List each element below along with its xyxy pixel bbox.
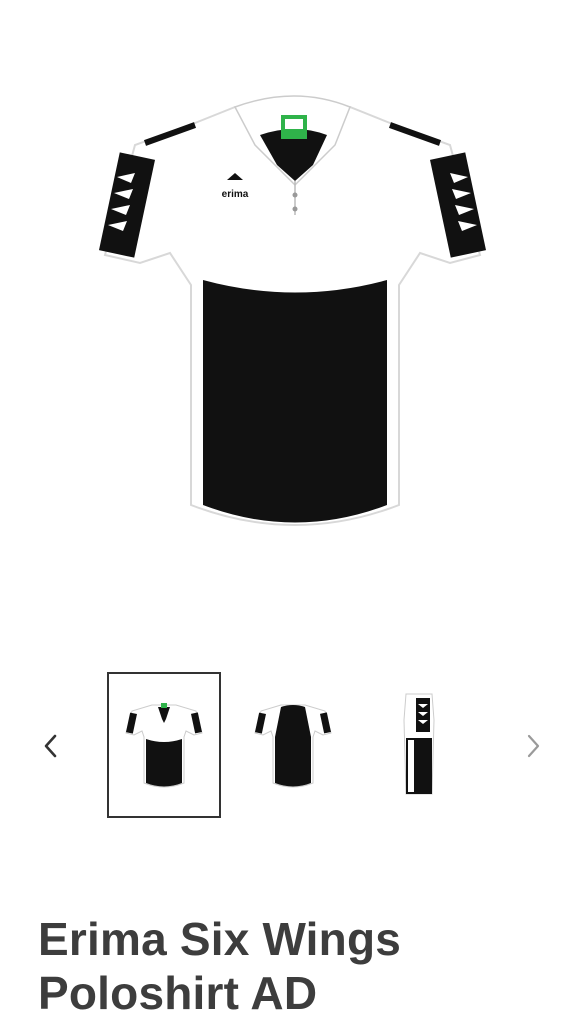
chevron-right-icon xyxy=(527,734,540,758)
thumbnail-back[interactable] xyxy=(236,672,350,818)
poloshirt-front-thumbnail xyxy=(125,703,203,788)
thumbnail-gallery xyxy=(0,668,581,824)
gallery-next-button[interactable] xyxy=(516,726,552,766)
gallery-prev-button[interactable] xyxy=(32,726,68,766)
thumbnail-front[interactable] xyxy=(107,672,221,818)
poloshirt-back-thumbnail xyxy=(254,704,332,788)
poloshirt-side-thumbnail xyxy=(403,693,435,795)
poloshirt-front-image: erima xyxy=(98,95,487,526)
product-title: Erima Six Wings Poloshirt AD xyxy=(38,913,402,1019)
chevron-left-icon xyxy=(44,734,57,758)
product-main-image[interactable]: erima xyxy=(95,85,490,545)
thumbnail-side[interactable] xyxy=(362,672,476,818)
brand-logo-text: erima xyxy=(222,189,249,200)
